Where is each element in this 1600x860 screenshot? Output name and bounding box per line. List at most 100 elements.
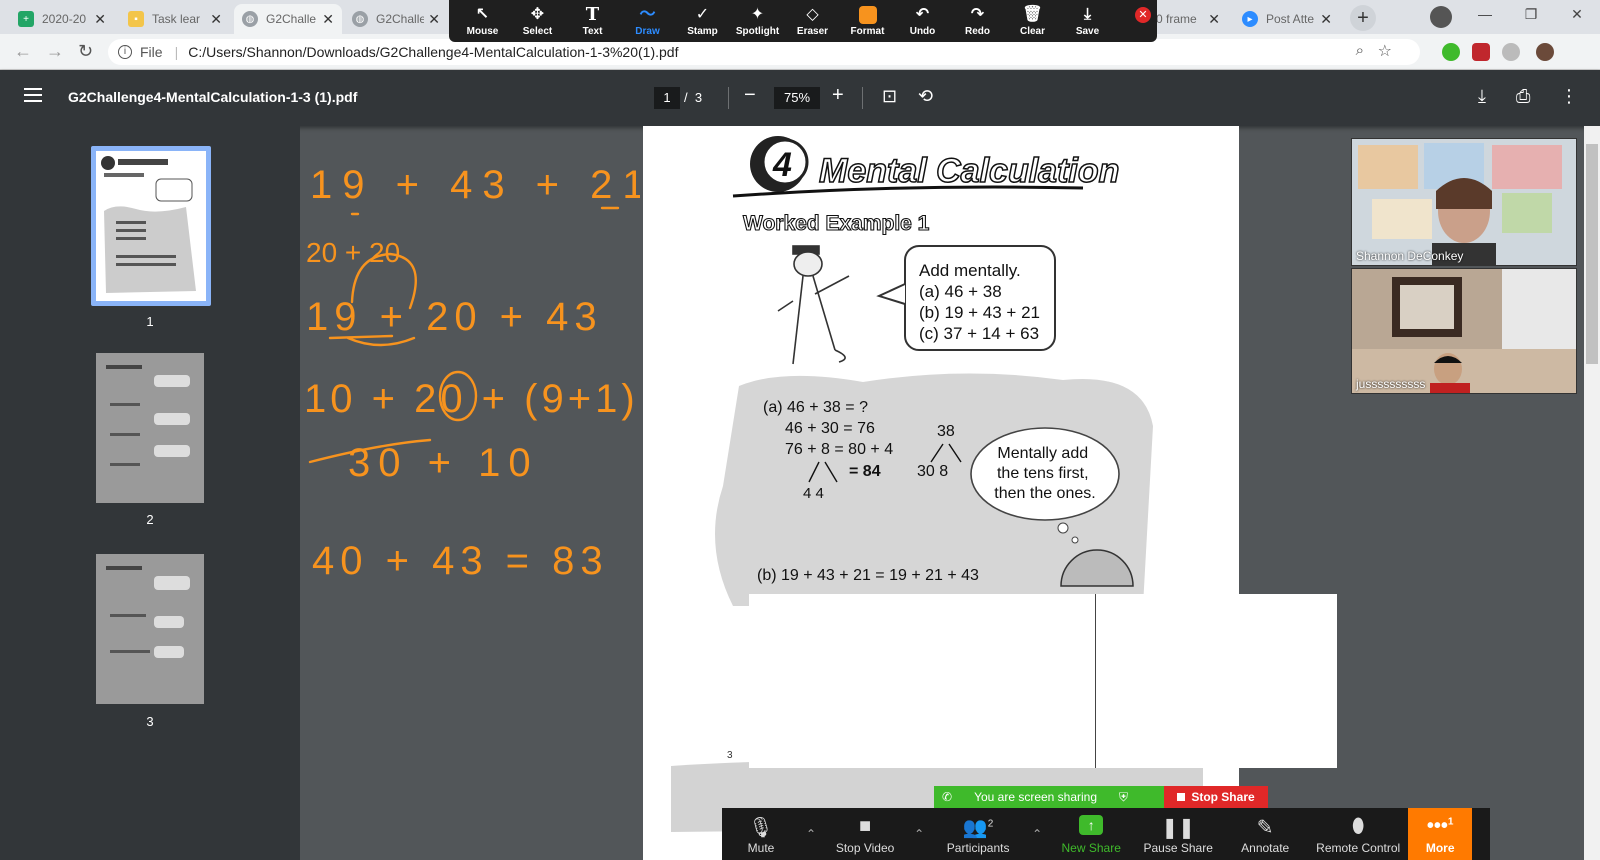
handwriting-line-5: 30 + 10 [348,441,539,485]
rotate-icon[interactable]: ⟲ [918,86,933,107]
redo-icon: ↷ [970,5,985,23]
text-icon: T [585,3,600,25]
browser-tab-zoom[interactable]: ▸ Post Atte ✕ [1234,4,1340,34]
tool-mouse[interactable]: ↖ Mouse [455,0,510,42]
work-line: (a) 46 + 38 = ? [763,399,868,416]
undo-icon: ↶ [915,5,930,23]
tool-undo[interactable]: ↶ Undo [895,0,950,42]
fit-page-icon[interactable]: ⊡ [882,86,897,107]
work-b: (b) 19 + 43 + 21 = 19 + 21 + 43 [757,567,979,584]
close-icon[interactable]: ✕ [428,11,440,28]
tool-save[interactable]: ⤓ Save [1060,0,1115,42]
tool-label: Draw [635,25,660,37]
hint-bubble-text: Mentally add the tens first, then the on… [994,445,1095,502]
tool-label: Save [1075,25,1100,37]
browser-tab-sheets[interactable]: + 2020-20 ✕ [10,4,114,34]
checkmark-icon: ✓ [695,5,710,23]
tool-clear[interactable]: 🗑 Clear [1005,0,1060,42]
thumbnail-page-3[interactable] [96,554,204,704]
close-icon[interactable]: ✕ [1208,11,1220,28]
address-input[interactable]: i File | C:/Users/Shannon/Downloads/G2Ch… [108,39,1420,65]
browser-tab-pdf-active[interactable]: ◍ G2Challe ✕ [234,4,342,34]
tool-redo[interactable]: ↷ Redo [950,0,1005,42]
page-number-input[interactable]: 1 [654,87,680,109]
tool-draw[interactable]: 〜 Draw [620,0,675,42]
close-window-icon[interactable]: ✕ [1554,0,1600,30]
stop-video-button[interactable]: ■ Stop Video [822,808,908,860]
tool-stamp[interactable]: ✓ Stamp [675,0,730,42]
thumbnail-preview [106,566,190,658]
chevron-up-icon[interactable]: ⌃ [800,808,822,860]
chevron-up-icon[interactable]: ⌃ [1026,808,1048,860]
remote-control-button[interactable]: ⬮ Remote Control [1308,808,1408,860]
handwriting-line-1: 19 + 43 + 21 [310,163,640,207]
restore-icon[interactable]: ❐ [1508,0,1554,30]
handwriting-line-2: 20 + 20 [306,237,400,268]
color-swatch-icon [858,5,877,24]
total-pages: 3 [694,90,703,105]
stop-share-button[interactable]: Stop Share [1164,786,1268,808]
video-tile-host[interactable]: Shannon DeConkey [1351,138,1577,266]
tool-format[interactable]: Format [840,0,895,42]
hint-line: the tens first, [997,465,1089,482]
work-line: 76 + 8 = 80 + 4 [785,441,893,458]
menu-icon[interactable] [24,88,42,106]
zoom-controls: 🎙 Mute ⌃ ■ Stop Video ⌃ 👥2 Participants ⌃ ↑… [722,808,1490,860]
ublock-icon[interactable] [1472,43,1490,61]
tool-select[interactable]: ✥ Select [510,0,565,42]
bookmark-star-icon[interactable]: ☆ [1378,41,1392,61]
close-toolbar-icon[interactable]: ✕ [1135,7,1151,23]
profile-avatar[interactable] [1536,43,1554,61]
participants-button[interactable]: 👥2 Participants [930,808,1026,860]
video-tile-student[interactable]: jussssssssss [1351,268,1577,394]
url-text: C:/Users/Shannon/Downloads/G2Challenge4-… [188,44,679,60]
browser-tab-frames[interactable]: 0 frame ✕ [1148,4,1228,34]
zoom-in-icon[interactable]: + [832,84,844,107]
back-arrow-icon[interactable]: ← [14,41,32,62]
eraser-icon: ◇ [806,5,819,23]
tab-title: G2Challe [376,12,425,26]
new-share-button[interactable]: ↑ New Share [1048,808,1134,860]
close-icon[interactable]: ✕ [210,11,222,28]
reload-icon[interactable]: ↻ [78,41,93,62]
classroom-icon: ▪ [128,11,144,27]
tab-search-icon[interactable] [1430,6,1452,28]
browser-tab-pdf[interactable]: ◍ G2Challe ✕ [344,4,448,34]
globe-icon: ◍ [352,11,368,27]
tool-text[interactable]: T Text [565,0,620,42]
chapter-number: 4 [772,146,792,184]
info-icon[interactable]: i [118,45,132,59]
print-icon[interactable]: ⎙ [1516,86,1530,107]
thumbnail-page-1[interactable] [91,146,211,306]
thumbnail-page-2[interactable] [96,353,204,503]
forward-arrow-icon[interactable]: → [46,41,64,62]
extension-green-icon[interactable] [1442,43,1460,61]
extensions-puzzle-icon[interactable] [1502,43,1520,61]
zoom-out-icon[interactable]: − [744,84,756,107]
zoom-lens-icon[interactable]: ⌕ [1356,42,1364,59]
download-icon[interactable]: ⤓ [1478,86,1486,107]
tool-eraser[interactable]: ◇ Eraser [785,0,840,42]
new-tab-button[interactable]: + [1350,5,1376,31]
vertical-scrollbar[interactable] [1584,126,1600,860]
annotation-toolbar: ↖ Mouse ✥ Select T Text 〜 Draw ✓ Stamp ✦ Spotl… [449,0,1157,42]
close-icon[interactable]: ✕ [1320,11,1332,28]
close-icon[interactable]: ✕ [322,11,334,28]
split-38-bottom: 30 8 [917,463,948,480]
scrollbar-thumb[interactable] [1586,144,1598,364]
microphone-icon: 🎙 [748,817,774,839]
close-icon[interactable]: ✕ [94,11,106,28]
more-vert-icon[interactable]: ⋮ [1560,86,1578,107]
chevron-up-icon[interactable]: ⌃ [908,808,930,860]
more-dots-icon: •••1 [1426,815,1454,837]
minimize-icon[interactable]: — [1462,0,1508,30]
more-button[interactable]: •••1 More [1408,808,1473,860]
globe-icon: ◍ [242,11,258,27]
annotate-button[interactable]: ✎ Annotate [1222,808,1308,860]
zoom-level-input[interactable]: 75% [774,87,820,109]
mute-button[interactable]: 🎙 Mute [722,808,800,860]
pause-share-button[interactable]: ❚❚ Pause Share [1134,808,1222,860]
tool-spotlight[interactable]: ✦ Spotlight [730,0,785,42]
browser-tab-task[interactable]: ▪ Task lear ✕ [120,4,230,34]
move-icon: ✥ [530,5,545,23]
